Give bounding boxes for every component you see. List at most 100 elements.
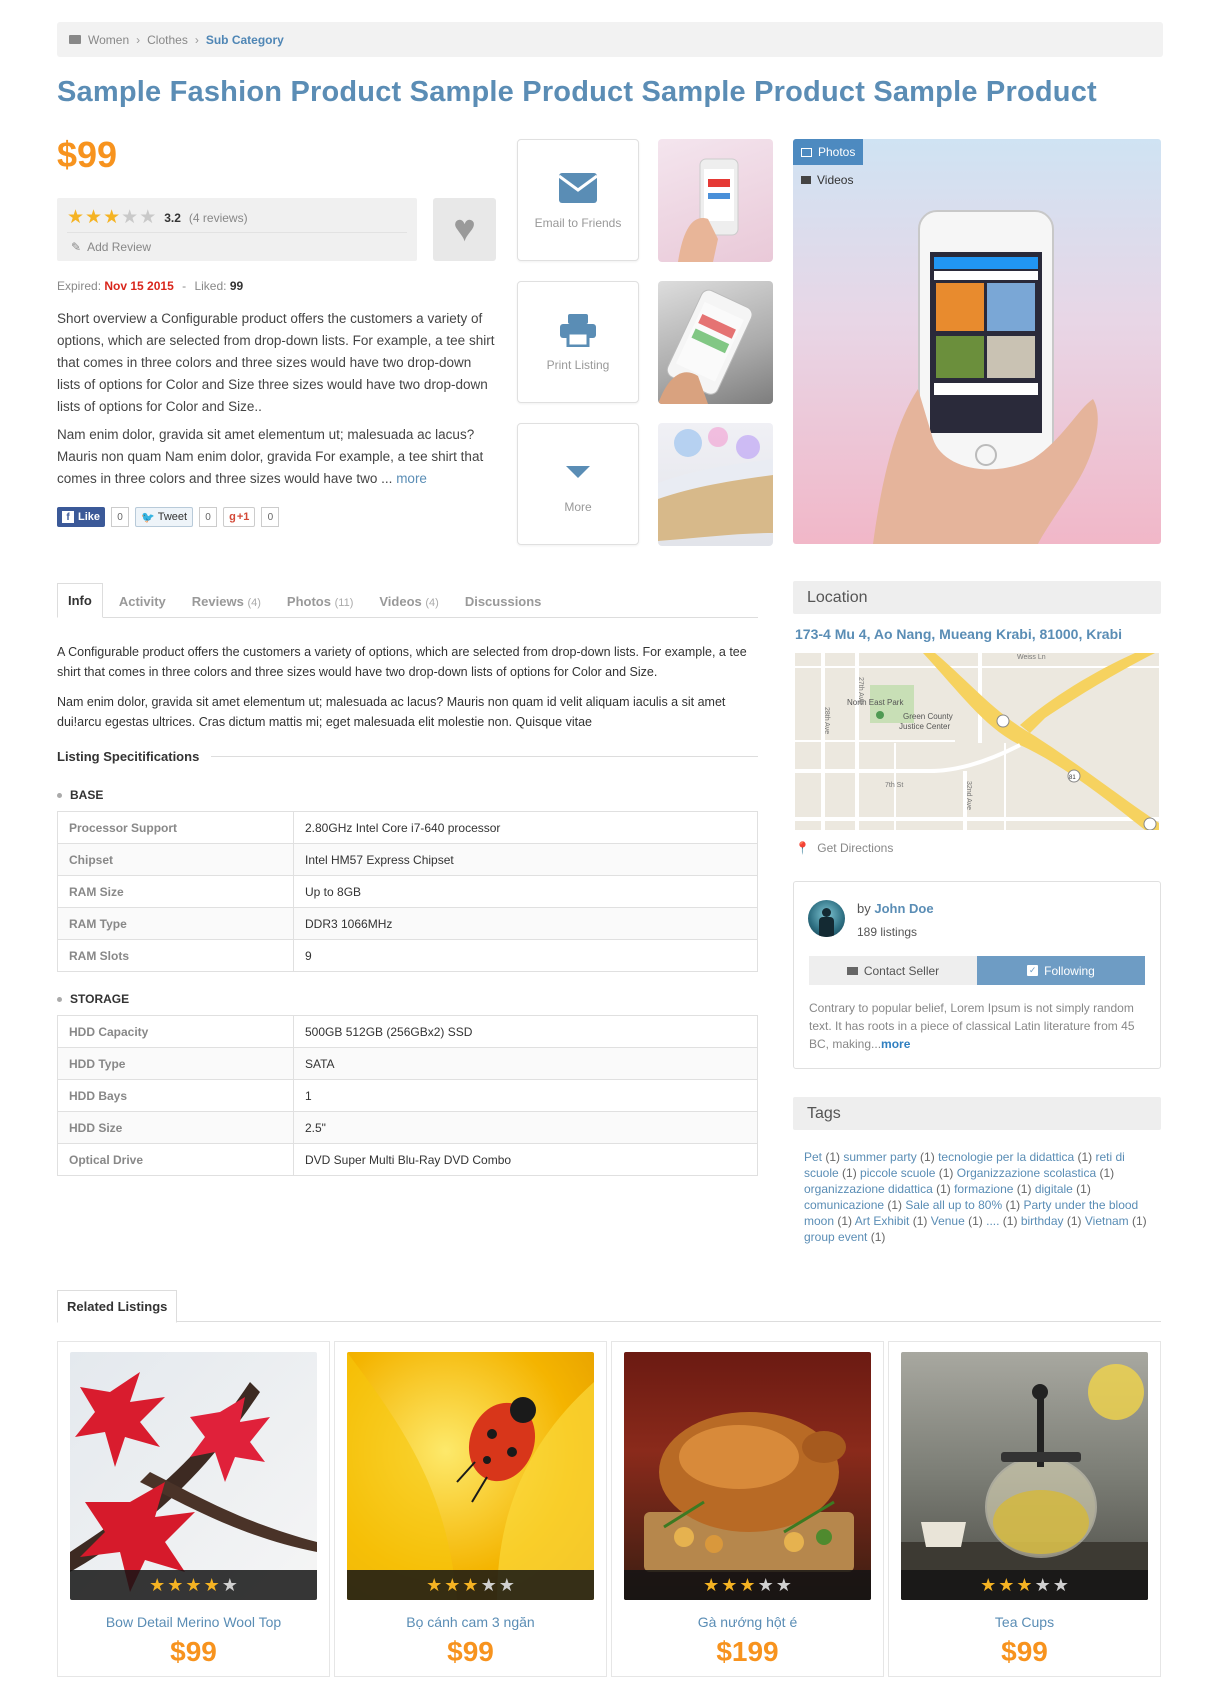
spec-value: Intel HM57 Express Chipset — [293, 843, 758, 876]
tab-info[interactable]: Info — [57, 583, 103, 618]
map-label-street: 7th St — [885, 782, 903, 789]
tag-link[interactable]: Venue — [931, 1214, 965, 1228]
info-paragraph-2: Nam enim dolor, gravida sit amet element… — [57, 695, 726, 729]
add-review-link[interactable]: ✎ Add Review — [71, 240, 151, 254]
star-icon: ★ — [1016, 1574, 1033, 1595]
rating-box: ★ ★ ★ ★ ★ 3.2 (4 reviews) ✎ Add Review — [57, 198, 417, 261]
tab-reviews[interactable]: Reviews (4) — [182, 586, 271, 617]
tag-count: (1) — [1072, 1182, 1091, 1196]
spec-key: RAM Slots — [57, 939, 294, 972]
related-title-link[interactable]: Gà nướng hột é — [612, 1614, 883, 1630]
spec-key: RAM Type — [57, 907, 294, 940]
folder-icon — [69, 35, 81, 44]
tag-link[interactable]: Art Exhibit — [855, 1214, 910, 1228]
breadcrumb-current[interactable]: Sub Category — [206, 33, 284, 47]
tab-discussions[interactable]: Discussions — [455, 586, 552, 617]
tag-link[interactable]: organizzazione didattica — [804, 1182, 933, 1196]
tag-link[interactable]: birthday — [1021, 1214, 1064, 1228]
card-rating: ★ ★ ★ ★ ★ — [901, 1570, 1148, 1600]
rating-stars[interactable]: ★ ★ ★ ★ ★ — [67, 208, 156, 227]
breadcrumb-clothes[interactable]: Clothes — [147, 33, 188, 47]
tag-link[interactable]: formazione — [954, 1182, 1013, 1196]
location-address[interactable]: 173-4 Mu 4, Ao Nang, Mueang Krabi, 81000… — [795, 626, 1122, 642]
main-product-image[interactable]: Photos Videos — [793, 139, 1161, 544]
tab-videos[interactable]: Videos (4) — [369, 586, 448, 617]
related-title-link[interactable]: Bọ cánh cam 3 ngăn — [335, 1614, 606, 1630]
tab-label: Photos — [286, 594, 331, 609]
star-icon: ★ — [444, 1574, 461, 1595]
star-icon: ★ — [167, 1574, 184, 1595]
location-map[interactable]: North East Park Green County Justice Cen… — [795, 653, 1159, 830]
tag-link[interactable]: .... — [986, 1214, 999, 1228]
related-title-link[interactable]: Bow Detail Merino Wool Top — [58, 1614, 329, 1630]
star-icon: ★ — [221, 1574, 238, 1595]
wishlist-button[interactable]: ♥ — [433, 198, 496, 261]
seller-listings[interactable]: 189 listings — [857, 925, 917, 939]
facebook-like-button[interactable]: f Like — [57, 507, 106, 527]
map-label-park: North East Park — [847, 698, 904, 707]
get-directions-link[interactable]: 📍 Get Directions — [795, 841, 893, 855]
tweet-button[interactable]: 🐦 Tweet — [135, 507, 194, 527]
related-image[interactable]: ★ ★ ★ ★ ★ — [624, 1352, 871, 1600]
related-card[interactable]: ★ ★ ★ ★ ★ Gà nướng hột é $199 — [611, 1341, 884, 1677]
tag-link[interactable]: tecnologie per la didattica — [938, 1150, 1074, 1164]
gallery-thumbnail[interactable] — [658, 139, 773, 262]
related-card[interactable]: ★ ★ ★ ★ ★ Tea Cups $99 — [888, 1341, 1161, 1677]
tag-link[interactable]: Vietnam — [1085, 1214, 1129, 1228]
map-label-street: 28th Ave — [823, 707, 830, 734]
more-link[interactable]: more — [396, 471, 427, 486]
spec-table-base: Processor Support 2.80GHz Intel Core i7-6… — [57, 811, 758, 972]
tab-photos[interactable]: Photos (11) — [277, 586, 363, 617]
star-icon: ★ — [775, 1574, 792, 1595]
tag-link[interactable]: piccole scuole — [860, 1166, 935, 1180]
following-button[interactable]: ✓ Following — [977, 956, 1145, 985]
location-title: Location — [807, 588, 868, 606]
related-price: $99 — [1001, 1636, 1048, 1667]
spec-value: 9 — [293, 939, 758, 972]
tab-count: (4) — [247, 597, 261, 609]
tag-cloud: Pet (1) summer party (1) tecnologie per … — [804, 1149, 1154, 1245]
tag-link[interactable]: Organizzazione scolastica — [957, 1166, 1096, 1180]
tags-title: Tags — [807, 1104, 841, 1122]
seller-name[interactable]: John Doe — [874, 901, 933, 916]
avatar[interactable] — [808, 900, 845, 937]
gplus-button[interactable]: g +1 — [223, 507, 256, 527]
tag-link[interactable]: Sale all up to 80% — [905, 1198, 1002, 1212]
overview-paragraph-2: Nam enim dolor, gravida sit amet element… — [57, 424, 497, 490]
tag-link[interactable]: summer party — [843, 1150, 916, 1164]
related-title-link[interactable]: Tea Cups — [889, 1614, 1160, 1630]
tab-activity[interactable]: Activity — [109, 586, 176, 617]
related-image[interactable]: ★ ★ ★ ★ ★ — [70, 1352, 317, 1600]
related-card[interactable]: ★ ★ ★ ★ ★ Bọ cánh cam 3 ngăn $99 — [334, 1341, 607, 1677]
star-icon: ★ — [203, 1574, 220, 1595]
table-row: RAM Size Up to 8GB — [57, 875, 758, 908]
email-to-friends-button[interactable]: Email to Friends — [517, 139, 639, 261]
seller-bio-more[interactable]: more — [881, 1037, 910, 1051]
tag-link[interactable]: digitale — [1035, 1182, 1073, 1196]
table-row: Processor Support 2.80GHz Intel Core i7-6… — [57, 811, 758, 844]
contact-seller-button[interactable]: Contact Seller — [809, 956, 977, 985]
breadcrumb: Women › Clothes › Sub Category — [57, 22, 1163, 57]
tag-link[interactable]: group event — [804, 1230, 867, 1244]
more-actions-button[interactable]: More — [517, 423, 639, 545]
gallery-thumbnail[interactable] — [658, 281, 773, 404]
star-icon: ★ — [85, 207, 103, 228]
email-to-friends-label: Email to Friends — [534, 216, 622, 230]
gallery-thumbnail[interactable] — [658, 423, 773, 546]
photos-tab[interactable]: Photos — [793, 139, 864, 165]
breadcrumb-women[interactable]: Women — [88, 33, 129, 47]
tag-link[interactable]: Pet — [804, 1150, 822, 1164]
related-image[interactable]: ★ ★ ★ ★ ★ — [901, 1352, 1148, 1600]
related-card[interactable]: ★ ★ ★ ★ ★ Bow Detail Merino Wool Top $99 — [57, 1341, 330, 1677]
videos-tab[interactable]: Videos — [793, 167, 861, 193]
tab-related-listings[interactable]: Related Listings — [57, 1290, 178, 1323]
table-row: RAM Slots 9 — [57, 939, 758, 972]
print-listing-button[interactable]: Print Listing — [517, 281, 639, 403]
gplus-icon: g — [229, 511, 236, 523]
review-count[interactable]: (4 reviews) — [189, 211, 248, 225]
star-icon: ★ — [980, 1574, 997, 1595]
star-icon: ★ — [185, 1574, 202, 1595]
related-image[interactable]: ★ ★ ★ ★ ★ — [347, 1352, 594, 1600]
tag-link[interactable]: comunicazione — [804, 1198, 884, 1212]
check-square-icon: ✓ — [1027, 965, 1039, 976]
